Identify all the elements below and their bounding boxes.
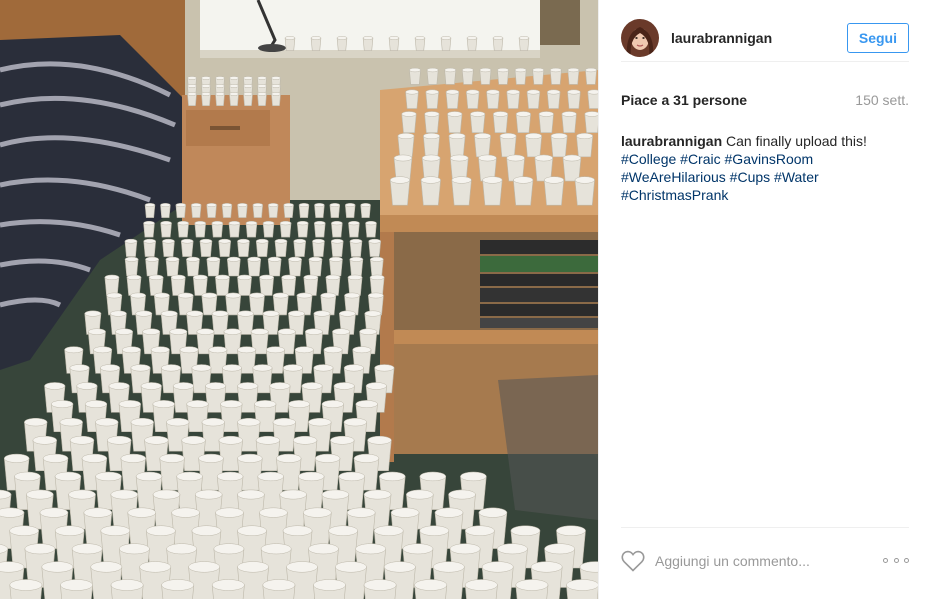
comment-bar bbox=[621, 527, 909, 593]
caption-username[interactable]: laurabrannigan bbox=[621, 133, 722, 149]
hashtag-link[interactable]: #Water bbox=[774, 169, 819, 185]
photo-scene bbox=[0, 0, 598, 599]
more-options-icon[interactable] bbox=[883, 558, 909, 563]
hashtag-link[interactable]: #ChristmasPrank bbox=[621, 187, 728, 203]
author-username[interactable]: laurabrannigan bbox=[671, 30, 847, 46]
hashtag-link[interactable]: #GavinsRoom bbox=[725, 151, 814, 167]
more-dot bbox=[904, 558, 909, 563]
caption-hashtags: #College #Craic #GavinsRoom #WeAreHilari… bbox=[621, 151, 819, 203]
post-meta: Piace a 31 persone 150 sett. bbox=[621, 92, 909, 108]
follow-button[interactable]: Segui bbox=[846, 22, 909, 53]
post-photo[interactable] bbox=[0, 0, 598, 599]
profile-avatar[interactable] bbox=[621, 18, 659, 57]
more-dot bbox=[883, 558, 888, 563]
caption-text: Can finally upload this! bbox=[726, 133, 867, 149]
avatar-icon bbox=[621, 18, 659, 57]
hashtag-link[interactable]: #Craic bbox=[680, 151, 720, 167]
hashtag-link[interactable]: #College bbox=[621, 151, 676, 167]
more-dot bbox=[893, 558, 899, 563]
hashtag-link[interactable]: #WeAreHilarious bbox=[621, 169, 726, 185]
post-timestamp[interactable]: 150 sett. bbox=[855, 92, 909, 108]
post-header: laurabrannigan Segui bbox=[621, 14, 909, 62]
post-caption: laurabrannigan Can finally upload this! … bbox=[621, 132, 909, 204]
likes-count[interactable]: Piace a 31 persone bbox=[621, 92, 747, 108]
heart-icon[interactable] bbox=[621, 550, 645, 572]
post-side-panel: laurabrannigan Segui Piace a 31 persone … bbox=[598, 0, 931, 599]
hashtag-link[interactable]: #Cups bbox=[730, 169, 770, 185]
post-container: laurabrannigan Segui Piace a 31 persone … bbox=[0, 0, 931, 599]
comment-input[interactable] bbox=[655, 552, 883, 569]
